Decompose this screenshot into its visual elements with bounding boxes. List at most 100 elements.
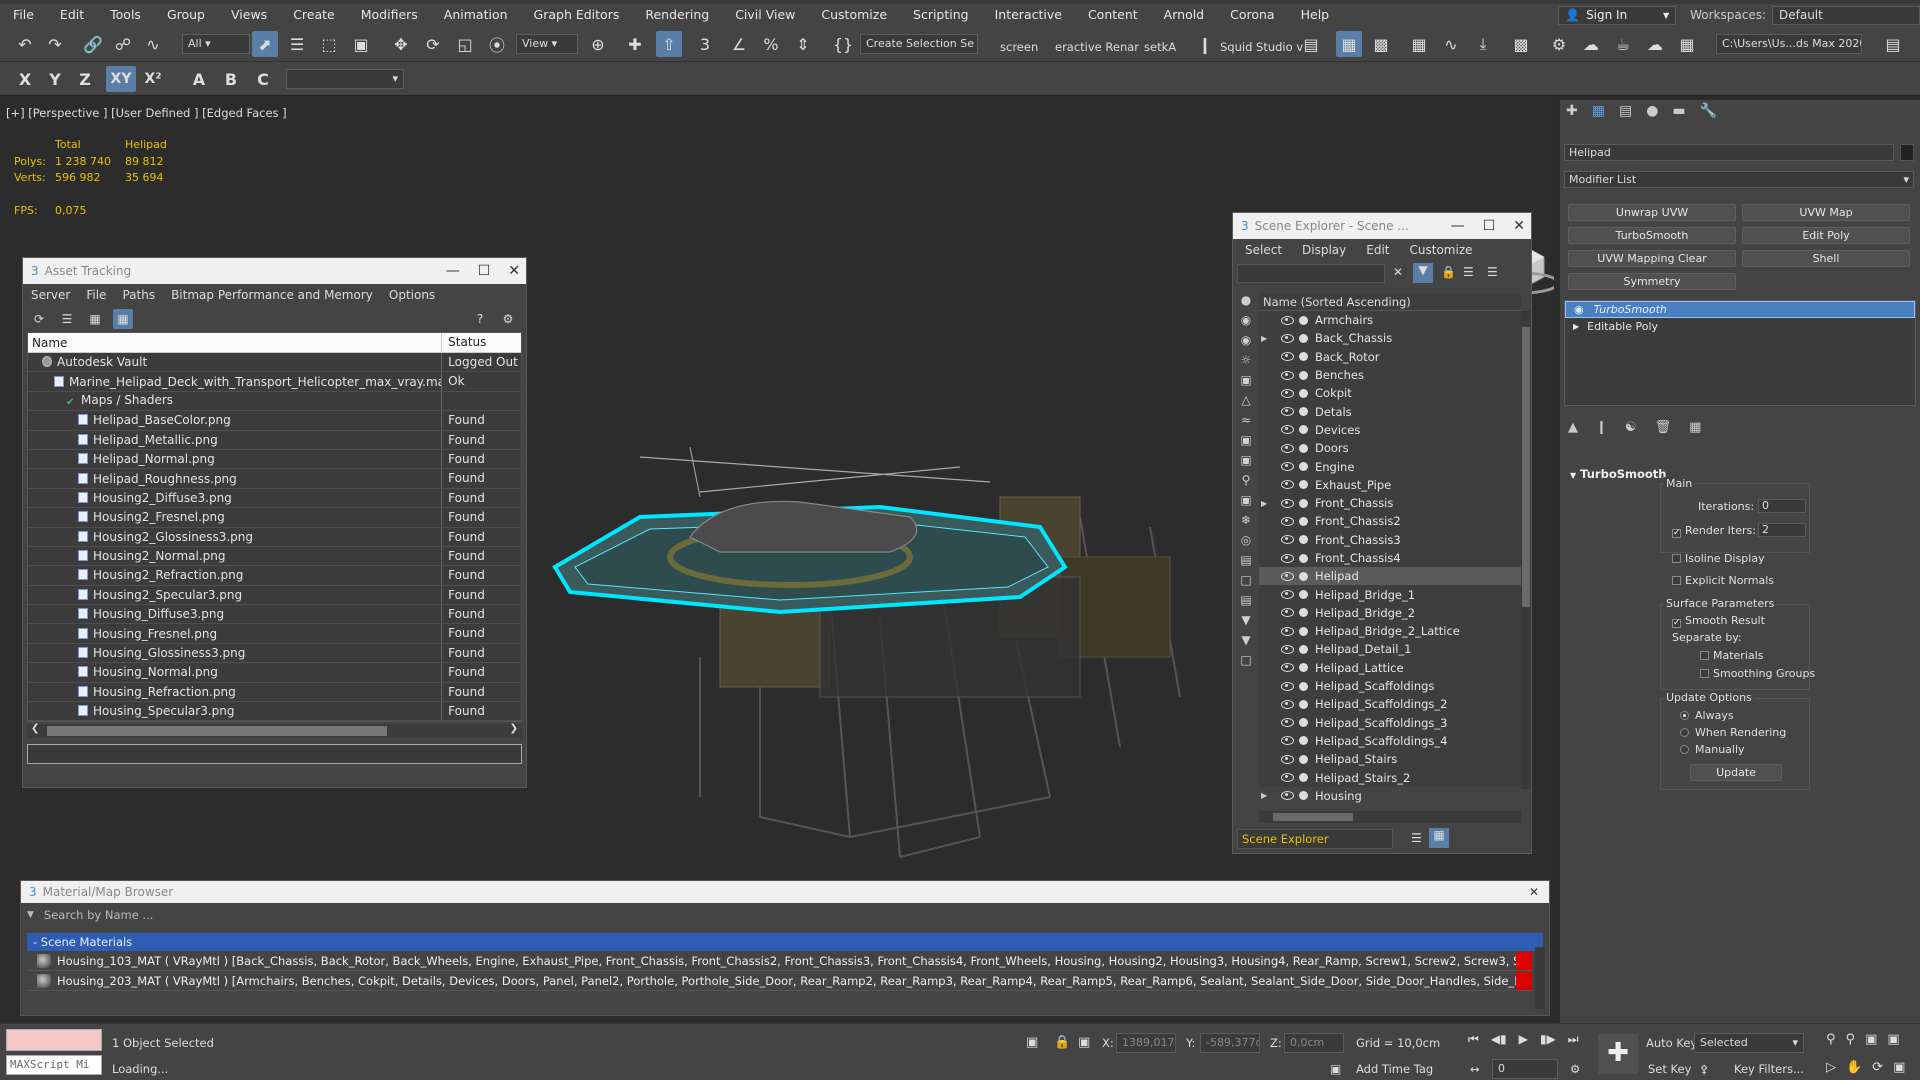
menu-arnold[interactable]: Arnold [1151,4,1217,26]
renderable-icon[interactable] [1299,462,1308,472]
asset-row[interactable]: Housing2_Diffuse3.png Found [28,488,521,509]
set-key-big-icon[interactable]: ✚ [1598,1034,1638,1074]
visibility-eye-icon[interactable] [1281,333,1294,343]
object-name-field[interactable]: Helipad [1564,144,1894,161]
go-to-end-icon[interactable]: ⏭ [1568,1032,1579,1047]
scene-item[interactable]: Front_Chassis2 [1259,512,1521,530]
scene-item[interactable]: Helipad_Bridge_1 [1259,585,1521,603]
layer-explorer-icon[interactable]: ▦ [1336,31,1362,57]
renderable-icon[interactable] [1299,516,1308,526]
zoom-icon[interactable]: ⚲ [1826,1032,1836,1047]
visibility-eye-icon[interactable] [1281,535,1294,545]
visibility-eye-icon[interactable] [1281,663,1294,673]
menu-customize[interactable]: Customize [808,4,900,26]
scene-item[interactable]: Exhaust_Pipe [1259,476,1521,494]
bones-filter-icon[interactable]: ⚲ [1242,473,1251,487]
sign-in-button[interactable]: 👤 Sign In ▼ [1558,5,1677,25]
scene-item[interactable]: Helipad_Detail_1 [1259,640,1521,658]
text-a-icon[interactable]: A [186,66,212,92]
material-row[interactable]: Housing_203_MAT ( VRayMtl ) [Armchairs, … [27,971,1532,991]
asset-row[interactable]: Housing_Glossiness3.png Found [28,643,521,664]
visibility-eye-icon[interactable] [1281,773,1294,783]
renderable-icon[interactable] [1299,699,1308,709]
renderable-icon[interactable] [1299,644,1308,654]
asset-row[interactable]: Housing_Specular3.png Found [28,702,521,722]
schematic-view-icon[interactable]: ▦ [1406,31,1432,57]
asset-tracking-titlebar[interactable]: 3 Asset Tracking — ☐ ✕ [23,258,526,284]
menu-civil-view[interactable]: Civil View [722,4,808,26]
squid-icon[interactable]: ❙ [1192,31,1218,57]
axis-x-button[interactable]: X [12,66,38,92]
scroll-thumb[interactable] [47,726,387,736]
detail-view-icon[interactable]: ▦ [85,309,105,329]
list-view-icon[interactable]: ☰ [57,309,77,329]
sync-icon[interactable]: ☰ [1487,265,1498,279]
stack-item-editable-poly[interactable]: ▶ Editable Poly [1565,318,1915,335]
visibility-eye-icon[interactable] [1281,462,1294,472]
menu-corona[interactable]: Corona [1217,4,1287,26]
panel-toggle-icon[interactable]: ▤ [1880,31,1906,57]
visibility-eye-icon[interactable] [1281,407,1294,417]
pivot-center-icon[interactable]: ⊕ [585,31,611,57]
scene-item[interactable]: Helipad_Scaffoldings [1259,677,1521,695]
asset-menu-options[interactable]: Options [389,288,435,302]
asset-row[interactable]: Housing2_Glossiness3.png Found [28,527,521,547]
material-editor-icon[interactable]: ⤓ [1470,31,1496,57]
make-unique-icon[interactable]: ☯ [1625,420,1637,435]
render-iterative-icon[interactable]: ☕ [1610,31,1636,57]
scene-item[interactable]: Front_Chassis4 [1259,549,1521,567]
scale-icon[interactable]: ◱ [452,31,478,57]
snaps-toggle-icon[interactable]: 3 [692,31,718,57]
keyboard-shortcut-icon[interactable]: ⇧ [656,31,682,57]
isoline-display-checkbox[interactable]: Isoline Display [1672,552,1765,565]
menu-help[interactable]: Help [1288,4,1343,26]
angle-snap-icon[interactable]: ∠ [726,31,752,57]
asset-row[interactable]: Housing2_Specular3.png Found [28,585,521,606]
asset-row[interactable]: Helipad_Metallic.png Found [28,430,521,450]
when-rendering-radio[interactable]: When Rendering [1680,726,1786,739]
refresh-icon[interactable]: ⟳ [29,309,49,329]
chevron-down-icon[interactable]: ▼ [27,910,34,920]
layers-icon[interactable]: ☰ [1411,831,1422,845]
always-radio[interactable]: Always [1680,709,1734,722]
menu-content[interactable]: Content [1075,4,1151,26]
material-row[interactable]: Housing_103_MAT ( VRayMtl ) [Back_Chassi… [27,951,1532,971]
scene-item[interactable]: Front_Chassis3 [1259,531,1521,549]
maximize-icon[interactable]: ☐ [1483,218,1496,234]
scene-name-column-header[interactable]: Name (Sorted Ascending) [1259,293,1521,311]
time-config-icon[interactable]: ⚙ [1570,1062,1580,1076]
axis-xy-button[interactable]: XY [106,66,136,92]
modify-tab-icon[interactable]: ▦ [1592,103,1605,119]
containers-filter-icon[interactable]: ▣ [1240,493,1251,507]
time-tag-icon[interactable]: ▣ [1330,1062,1341,1076]
scroll-right-icon[interactable]: ❯ [510,723,518,734]
scene-item[interactable]: ▶ Back_Chassis [1259,329,1521,347]
visibility-eye-icon[interactable] [1281,498,1294,508]
material-scrollbar[interactable] [1535,947,1545,1009]
renderable-icon[interactable] [1299,498,1308,508]
renderable-icon[interactable] [1299,315,1308,325]
pan-icon[interactable]: ✋ [1846,1060,1862,1075]
key-icon[interactable]: ⚴ [1700,1062,1708,1076]
renderable-icon[interactable] [1299,425,1308,435]
renderable-icon[interactable] [1299,480,1308,490]
scene-materials-group[interactable]: - Scene Materials [27,933,1543,951]
render-setup-icon[interactable]: ▩ [1508,31,1534,57]
display-all-icon[interactable]: ● [1241,293,1251,307]
menu-graph-editors[interactable]: Graph Editors [521,4,633,26]
reference-coord-select[interactable]: View ▾ [516,34,578,54]
renderable-icon[interactable] [1299,754,1308,764]
scene-item[interactable]: Helipad_Scaffoldings_4 [1259,732,1521,750]
menu-edit[interactable]: Edit [47,4,97,26]
go-to-start-icon[interactable]: ⏮ [1468,1032,1479,1047]
menu-animation[interactable]: Animation [431,4,521,26]
select-object-icon[interactable]: ⬈ [252,31,278,57]
render-activeshade-icon[interactable]: ☁ [1642,31,1668,57]
text-b-icon[interactable]: B [218,66,244,92]
asset-menu-server[interactable]: Server [31,288,70,302]
current-frame-field[interactable]: 0 [1492,1059,1558,1079]
renderable-icon[interactable] [1299,443,1308,453]
play-icon[interactable]: ▶ [1519,1032,1528,1047]
axis-z-button[interactable]: Z [72,66,98,92]
helpers-filter-icon[interactable]: △ [1241,393,1250,407]
